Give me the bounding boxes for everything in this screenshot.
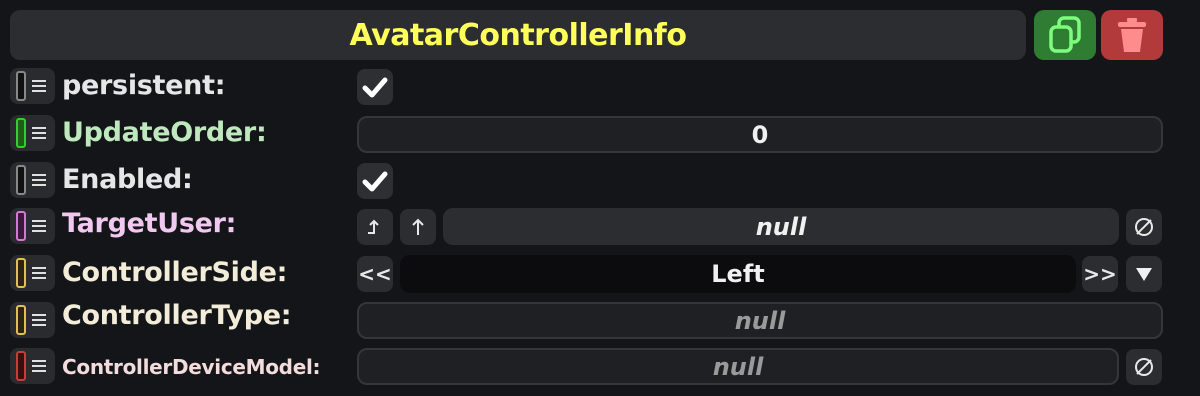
field-handle-target-user[interactable] bbox=[10, 208, 55, 244]
update-order-value: 0 bbox=[751, 120, 769, 149]
dropdown-arrow-icon bbox=[1136, 268, 1152, 281]
field-label-target-user: TargetUser: bbox=[62, 208, 237, 239]
type-swatch bbox=[16, 258, 26, 288]
enabled-checkbox[interactable] bbox=[357, 163, 393, 199]
controller-device-model-value: null bbox=[712, 352, 764, 381]
controller-device-model-field: null bbox=[357, 348, 1119, 385]
component-header: AvatarControllerInfo bbox=[10, 10, 1026, 60]
up-arrow-icon bbox=[412, 218, 424, 235]
controller-side-text: Left bbox=[711, 260, 765, 288]
type-swatch bbox=[16, 118, 26, 148]
type-swatch bbox=[16, 305, 26, 335]
next-label: >> bbox=[1083, 262, 1117, 286]
type-swatch bbox=[16, 211, 26, 241]
set-null-button[interactable] bbox=[1126, 209, 1162, 245]
field-label-controller-side: ControllerSide: bbox=[62, 257, 288, 288]
enum-previous-button[interactable]: << bbox=[357, 256, 393, 292]
controller-type-value: null bbox=[734, 306, 786, 335]
component-title: AvatarControllerInfo bbox=[349, 17, 687, 53]
duplicate-button[interactable] bbox=[1034, 10, 1096, 60]
type-swatch bbox=[16, 351, 26, 381]
jump-to-button[interactable] bbox=[357, 209, 393, 245]
persistent-checkbox[interactable] bbox=[357, 69, 393, 105]
field-handle-update-order[interactable] bbox=[10, 115, 55, 151]
delete-button[interactable] bbox=[1101, 10, 1163, 60]
type-swatch bbox=[16, 165, 26, 195]
field-label-update-order: UpdateOrder: bbox=[62, 117, 267, 148]
trash-icon bbox=[1118, 18, 1146, 52]
drag-handle-icon bbox=[32, 314, 46, 326]
field-handle-controller-type[interactable] bbox=[10, 302, 55, 338]
field-handle-controller-device-model[interactable] bbox=[10, 348, 55, 384]
null-icon bbox=[1135, 358, 1153, 376]
drag-handle-icon bbox=[32, 267, 46, 279]
field-label-controller-type: ControllerType: bbox=[62, 300, 292, 331]
field-label-controller-device-model: ControllerDeviceModel: bbox=[62, 355, 321, 379]
drag-handle-icon bbox=[32, 80, 46, 92]
go-up-button[interactable] bbox=[400, 209, 436, 245]
null-icon bbox=[1135, 218, 1153, 236]
type-swatch bbox=[16, 71, 26, 101]
update-order-input[interactable]: 0 bbox=[357, 116, 1163, 153]
drag-handle-icon bbox=[32, 174, 46, 186]
target-user-value: null bbox=[755, 212, 807, 241]
checkmark-icon bbox=[362, 171, 388, 192]
target-user-reference-field[interactable]: null bbox=[443, 208, 1119, 245]
duplicate-icon bbox=[1049, 16, 1081, 53]
jump-to-icon bbox=[368, 219, 379, 234]
previous-label: << bbox=[358, 262, 392, 286]
field-handle-enabled[interactable] bbox=[10, 162, 55, 198]
drag-handle-icon bbox=[32, 360, 46, 372]
field-label-persistent: persistent: bbox=[62, 70, 226, 101]
controller-side-value: Left bbox=[400, 255, 1076, 293]
drag-handle-icon bbox=[32, 127, 46, 139]
field-handle-persistent[interactable] bbox=[10, 68, 55, 104]
checkmark-icon bbox=[362, 77, 388, 98]
controller-type-field: null bbox=[357, 302, 1163, 339]
set-null-button[interactable] bbox=[1126, 349, 1162, 385]
enum-next-button[interactable]: >> bbox=[1082, 256, 1118, 292]
drag-handle-icon bbox=[32, 220, 46, 232]
enum-dropdown-button[interactable] bbox=[1126, 256, 1162, 292]
field-label-enabled: Enabled: bbox=[62, 164, 193, 195]
field-handle-controller-side[interactable] bbox=[10, 255, 55, 291]
